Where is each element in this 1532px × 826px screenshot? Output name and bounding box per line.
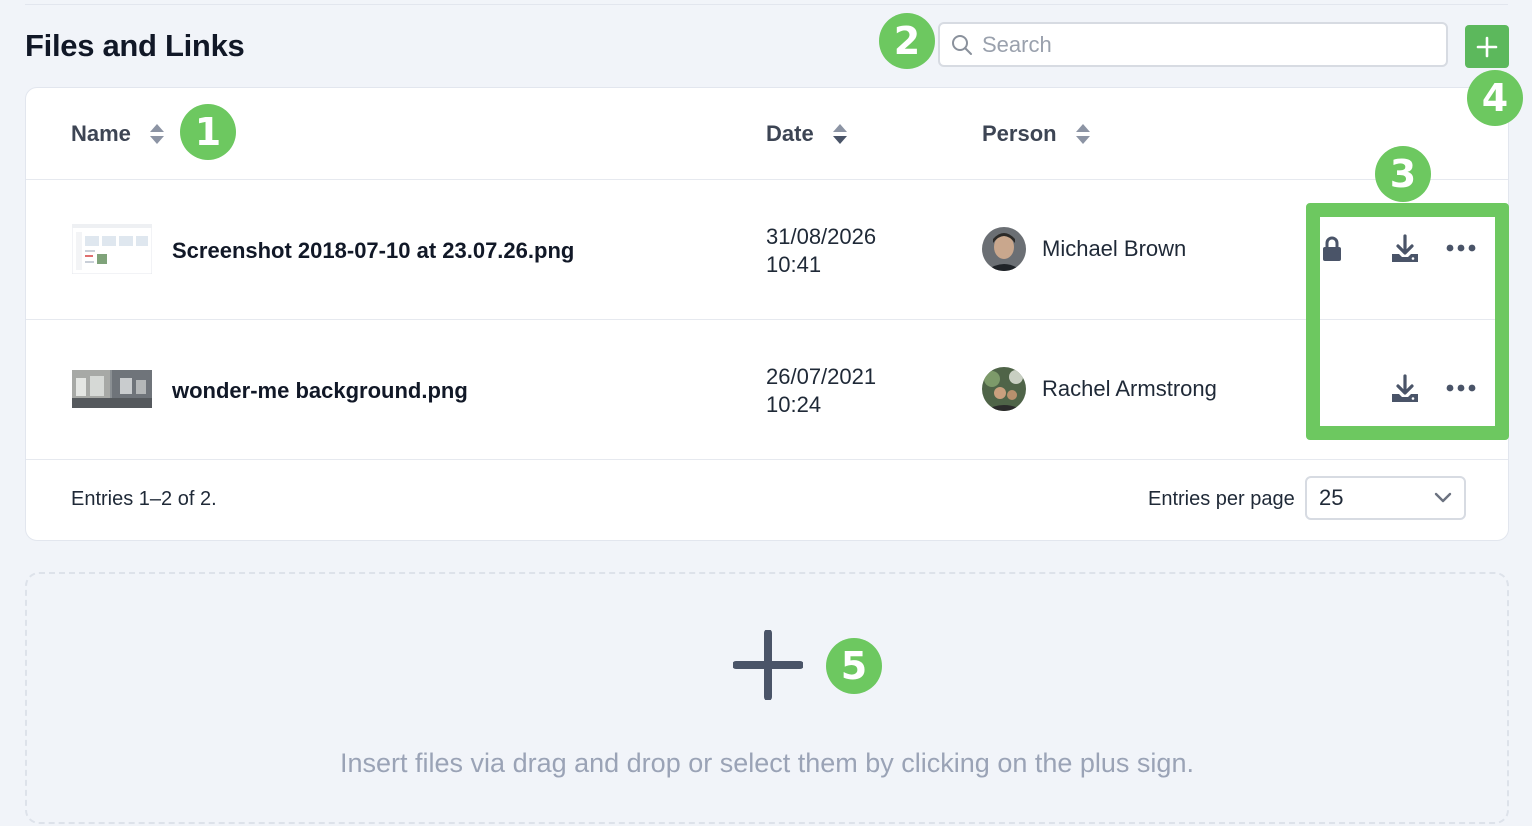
download-icon[interactable] — [1390, 234, 1420, 264]
plus-icon[interactable] — [733, 630, 803, 700]
per-page-value: 25 — [1319, 485, 1344, 510]
top-divider — [25, 4, 1508, 5]
avatar — [982, 367, 1026, 411]
row-date: 31/08/2026 10:41 — [766, 223, 876, 279]
callout-badge-3: 3 — [1375, 146, 1431, 202]
row-person: Michael Brown — [982, 227, 1186, 271]
file-name[interactable]: wonder-me background.png — [172, 378, 468, 404]
lock-icon[interactable] — [1322, 236, 1342, 262]
column-label-name: Name — [71, 121, 131, 146]
more-icon[interactable] — [1446, 243, 1476, 253]
date-value: 31/08/2026 — [766, 224, 877, 249]
file-name[interactable]: Screenshot 2018-07-10 at 23.07.26.png — [172, 238, 574, 264]
table-row[interactable]: Screenshot 2018-07-10 at 23.07.26.png 31… — [26, 180, 1508, 320]
time-value: 10:41 — [766, 252, 822, 277]
files-table-card: Name Date Person 1 Screenshot 2018-07-10… — [25, 87, 1509, 541]
table-row[interactable]: wonder-me background.png 26/07/2021 10:2… — [26, 320, 1508, 460]
column-header-date[interactable]: Date — [766, 121, 848, 147]
row-person: Rachel Armstrong — [982, 367, 1217, 411]
person-name: Rachel Armstrong — [1042, 376, 1217, 401]
search-input[interactable] — [982, 31, 1422, 58]
sort-icon — [149, 124, 164, 144]
file-thumbnail — [72, 224, 152, 274]
download-icon[interactable] — [1390, 374, 1420, 404]
search-icon — [952, 34, 972, 55]
entries-count: Entries 1–2 of 2. — [71, 488, 217, 510]
person-name: Michael Brown — [1042, 236, 1187, 261]
column-label-date: Date — [766, 121, 814, 146]
chevron-down-icon — [1434, 492, 1452, 503]
callout-badge-2: 2 — [879, 13, 935, 69]
table-footer: Entries 1–2 of 2. Entries per page 25 — [26, 460, 1508, 542]
entries-per-page-label: Entries per page — [1148, 488, 1295, 510]
sort-icon — [832, 124, 847, 144]
page-title: Files and Links — [25, 28, 245, 63]
column-header-name[interactable]: Name — [71, 121, 165, 147]
time-value: 10:24 — [766, 392, 822, 417]
more-icon[interactable] — [1446, 383, 1476, 393]
row-date: 26/07/2021 10:24 — [766, 363, 876, 419]
callout-badge-4: 4 — [1467, 70, 1523, 126]
dropzone-instructions: Insert files via drag and drop or select… — [340, 748, 1194, 778]
entries-per-page-select[interactable]: 25 — [1305, 476, 1466, 520]
callout-badge-5: 5 — [826, 638, 882, 694]
sort-icon — [1075, 124, 1090, 144]
date-value: 26/07/2021 — [766, 364, 877, 389]
column-header-person[interactable]: Person — [982, 121, 1091, 147]
plus-icon — [1476, 36, 1498, 57]
add-file-button[interactable] — [1465, 25, 1509, 68]
file-thumbnail — [72, 370, 152, 408]
search-box[interactable] — [938, 22, 1448, 67]
table-header: Name Date Person 1 — [26, 88, 1508, 180]
avatar — [982, 227, 1026, 271]
column-label-person: Person — [982, 121, 1057, 146]
callout-badge-1: 1 — [180, 104, 236, 160]
file-dropzone[interactable]: 5 Insert files via drag and drop or sele… — [25, 572, 1509, 824]
